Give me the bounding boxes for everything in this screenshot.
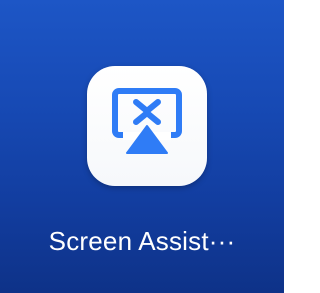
app-icon-tile[interactable] [87, 66, 207, 186]
screen-cast-icon [112, 88, 182, 154]
app-label[interactable]: Screen Assist··· [0, 226, 284, 256]
app-shortcut-screen-assist[interactable]: Screen Assist··· [0, 0, 284, 293]
